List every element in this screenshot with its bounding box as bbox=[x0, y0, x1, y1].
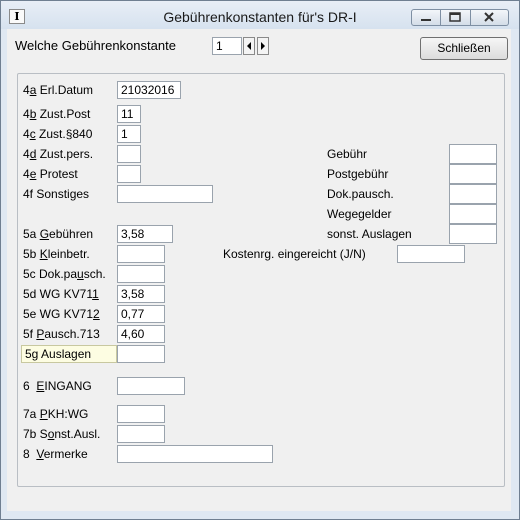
minimize-button[interactable] bbox=[411, 9, 441, 26]
close-icon bbox=[484, 12, 494, 22]
field-sonst-ausl[interactable] bbox=[117, 425, 165, 443]
label-7a: 7a PKH:WG bbox=[23, 407, 89, 421]
label-5f: 5f Pausch.713 bbox=[23, 327, 100, 341]
field-sonstiges[interactable] bbox=[117, 185, 213, 203]
form-area: Welche Gebührenkonstante 1 Schließen 4a … bbox=[7, 29, 511, 511]
app-window: I Gebührenkonstanten für's DR-I Welche G… bbox=[0, 0, 520, 520]
spin-prev-button[interactable] bbox=[243, 37, 255, 55]
label-kostenrg: Kostenrg. eingereicht (J/N) bbox=[223, 247, 366, 261]
field-zust-840[interactable]: 1 bbox=[117, 125, 141, 143]
field-pkh-wg[interactable] bbox=[117, 405, 165, 423]
status-bar bbox=[7, 493, 511, 511]
maximize-button[interactable] bbox=[441, 9, 471, 26]
label-4b: 4b Zust.Post bbox=[23, 107, 91, 121]
label-postgebuehr: Postgebühr bbox=[327, 167, 389, 181]
schliessen-button[interactable]: Schließen bbox=[420, 37, 508, 60]
label-gebuehr: Gebühr bbox=[327, 147, 368, 161]
label-4e: 4e Protest bbox=[23, 167, 78, 181]
label-8: 8 Vermerke bbox=[23, 447, 88, 461]
field-postgebuehr[interactable] bbox=[449, 164, 497, 184]
field-auslagen[interactable] bbox=[117, 345, 165, 363]
field-dok-pausch[interactable] bbox=[117, 265, 165, 283]
field-zust-pers[interactable] bbox=[117, 145, 141, 163]
field-protest[interactable] bbox=[117, 165, 141, 183]
gebuehrenkonstante-label: Welche Gebührenkonstante bbox=[15, 38, 176, 53]
label-4f: 4f Sonstiges bbox=[23, 187, 90, 201]
field-gebuehr[interactable] bbox=[449, 144, 497, 164]
label-5c: 5c Dok.pausch. bbox=[23, 267, 106, 281]
label-5d: 5d WG KV711 bbox=[23, 287, 99, 301]
triangle-left-icon bbox=[247, 42, 251, 50]
field-wg-kv711[interactable]: 3,58 bbox=[117, 285, 165, 303]
field-pausch-713[interactable]: 4,60 bbox=[117, 325, 165, 343]
title-bar: I Gebührenkonstanten für's DR-I bbox=[1, 1, 519, 29]
label-4d: 4d Zust.pers. bbox=[23, 147, 94, 161]
label-5b: 5b Kleinbetr. bbox=[23, 247, 90, 261]
label-4c: 4c Zust.§840 bbox=[23, 127, 93, 141]
label-5e: 5e WG KV712 bbox=[23, 307, 100, 321]
minimize-icon bbox=[421, 19, 431, 21]
restore-icon bbox=[449, 12, 461, 22]
label-4a: 4a Erl.Datum bbox=[23, 83, 94, 97]
field-kostenrg[interactable] bbox=[397, 245, 465, 263]
label-7b: 7b Sonst.Ausl. bbox=[23, 427, 101, 441]
field-gebuehren[interactable]: 3,58 bbox=[117, 225, 173, 243]
field-sonst-auslagen[interactable] bbox=[449, 224, 497, 244]
field-zust-post[interactable]: 11 bbox=[117, 105, 141, 123]
field-wg-kv712[interactable]: 0,77 bbox=[117, 305, 165, 323]
field-erl-datum[interactable]: 21032016 bbox=[117, 81, 181, 99]
label-sonst-auslagen: sonst. Auslagen bbox=[327, 227, 412, 241]
label-dok-pausch-right: Dok.pausch. bbox=[327, 187, 394, 201]
field-eingang[interactable] bbox=[117, 377, 185, 395]
spin-next-button[interactable] bbox=[257, 37, 269, 55]
label-5g-auslagen: 5g Auslagen bbox=[21, 345, 117, 363]
close-window-button[interactable] bbox=[471, 9, 509, 26]
field-vermerke[interactable] bbox=[117, 445, 273, 463]
gebuehrenkonstante-field[interactable]: 1 bbox=[212, 37, 242, 55]
field-dok-pausch-right[interactable] bbox=[449, 184, 497, 204]
field-kleinbetr[interactable] bbox=[117, 245, 165, 263]
label-5a: 5a Gebühren bbox=[23, 227, 94, 241]
label-6: 6 EINGANG bbox=[23, 379, 92, 393]
label-wegegelder: Wegegelder bbox=[327, 207, 392, 221]
field-wegegelder[interactable] bbox=[449, 204, 497, 224]
triangle-right-icon bbox=[261, 42, 265, 50]
